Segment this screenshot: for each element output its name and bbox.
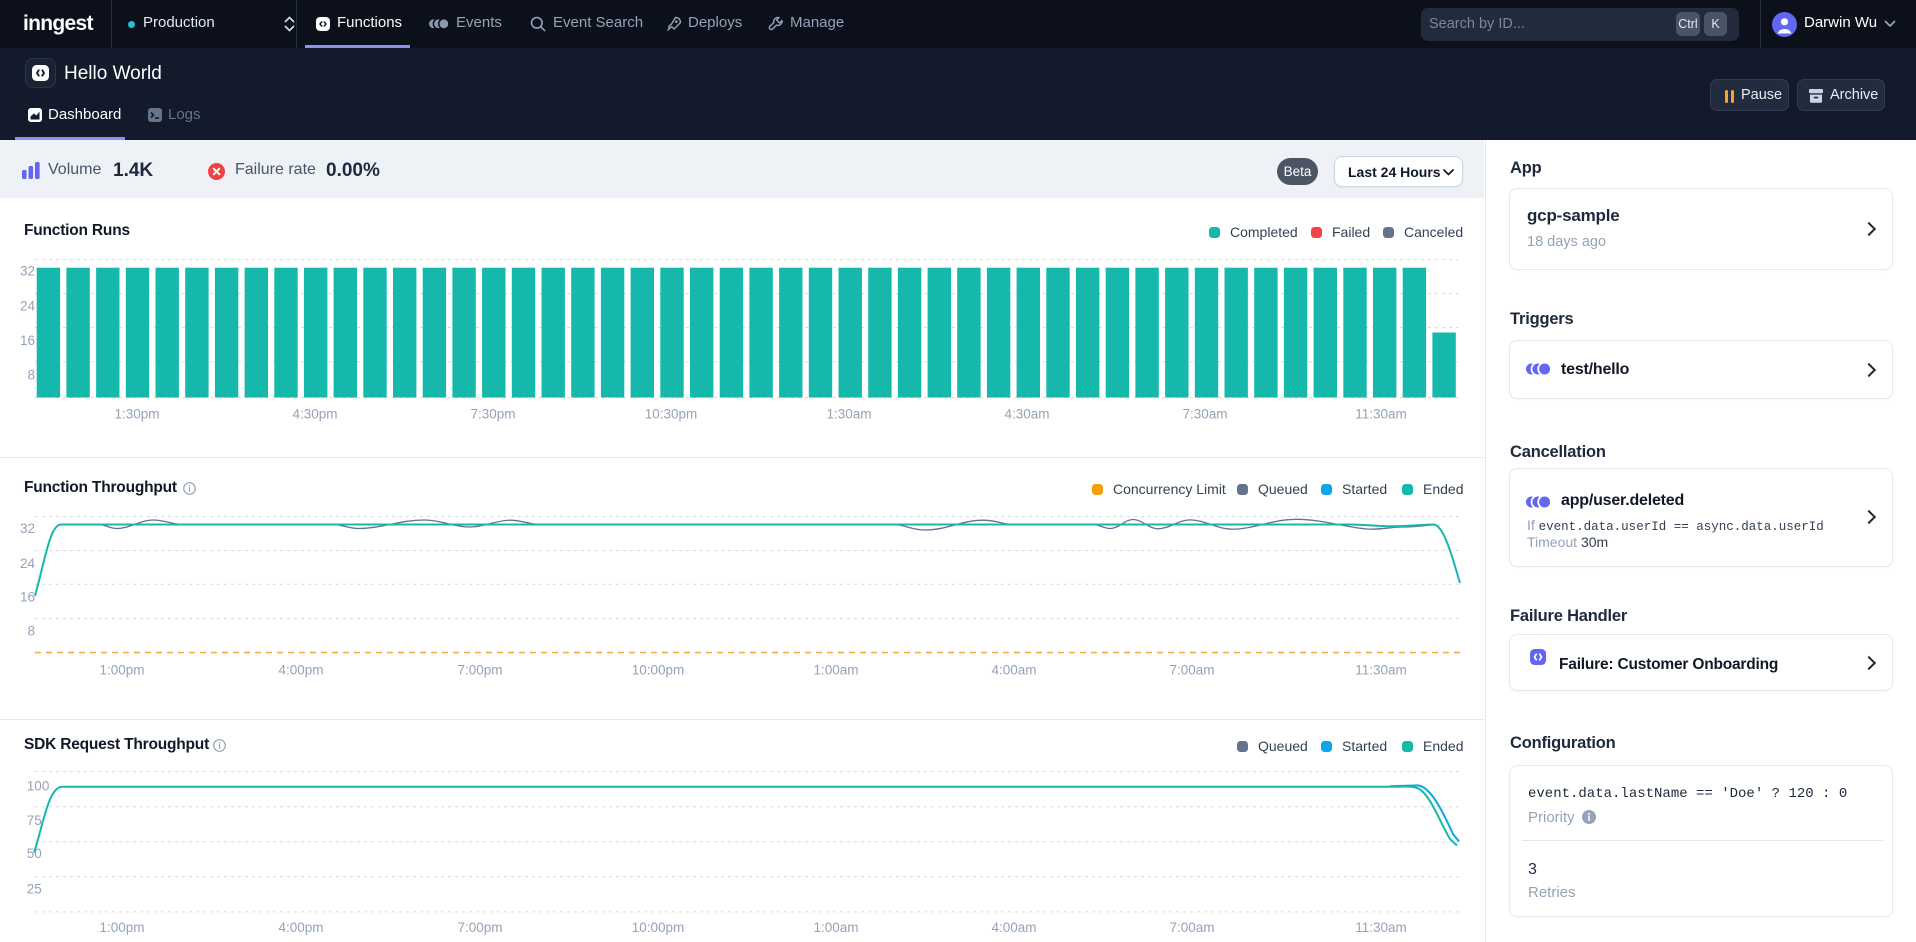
svg-text:7:00am: 7:00am bbox=[1169, 663, 1214, 678]
svg-text:7:00pm: 7:00pm bbox=[457, 663, 502, 678]
svg-text:10:30pm: 10:30pm bbox=[645, 407, 698, 422]
svg-text:24: 24 bbox=[20, 556, 36, 571]
svg-text:4:30am: 4:30am bbox=[1004, 407, 1049, 422]
svg-text:100: 100 bbox=[27, 778, 50, 793]
svg-text:7:00am: 7:00am bbox=[1169, 920, 1214, 935]
svg-text:4:30pm: 4:30pm bbox=[292, 407, 337, 422]
svg-text:1:00am: 1:00am bbox=[813, 920, 858, 935]
svg-text:8: 8 bbox=[27, 368, 35, 383]
svg-text:7:30pm: 7:30pm bbox=[470, 407, 515, 422]
svg-text:1:30am: 1:30am bbox=[826, 407, 871, 422]
svg-text:32: 32 bbox=[20, 521, 35, 536]
svg-text:11:30am: 11:30am bbox=[1355, 920, 1407, 935]
svg-text:1:00pm: 1:00pm bbox=[99, 663, 144, 678]
svg-text:16: 16 bbox=[20, 333, 35, 348]
svg-text:4:00am: 4:00am bbox=[991, 663, 1036, 678]
svg-text:1:30pm: 1:30pm bbox=[114, 407, 159, 422]
svg-text:10:00pm: 10:00pm bbox=[632, 663, 685, 678]
svg-text:10:00pm: 10:00pm bbox=[632, 920, 685, 935]
svg-text:25: 25 bbox=[27, 882, 42, 897]
svg-text:1:00am: 1:00am bbox=[813, 663, 858, 678]
svg-text:1:00pm: 1:00pm bbox=[99, 920, 144, 935]
svg-text:11:30am: 11:30am bbox=[1355, 663, 1407, 678]
svg-text:4:00pm: 4:00pm bbox=[278, 663, 323, 678]
svg-text:4:00am: 4:00am bbox=[991, 920, 1036, 935]
svg-text:8: 8 bbox=[27, 623, 35, 638]
svg-text:75: 75 bbox=[27, 813, 42, 828]
svg-text:7:30am: 7:30am bbox=[1182, 407, 1227, 422]
svg-text:7:00pm: 7:00pm bbox=[457, 920, 502, 935]
svg-text:4:00pm: 4:00pm bbox=[278, 920, 323, 935]
svg-text:16: 16 bbox=[20, 590, 35, 605]
svg-text:32: 32 bbox=[20, 264, 35, 279]
svg-text:24: 24 bbox=[20, 298, 36, 313]
svg-text:11:30am: 11:30am bbox=[1355, 407, 1407, 422]
